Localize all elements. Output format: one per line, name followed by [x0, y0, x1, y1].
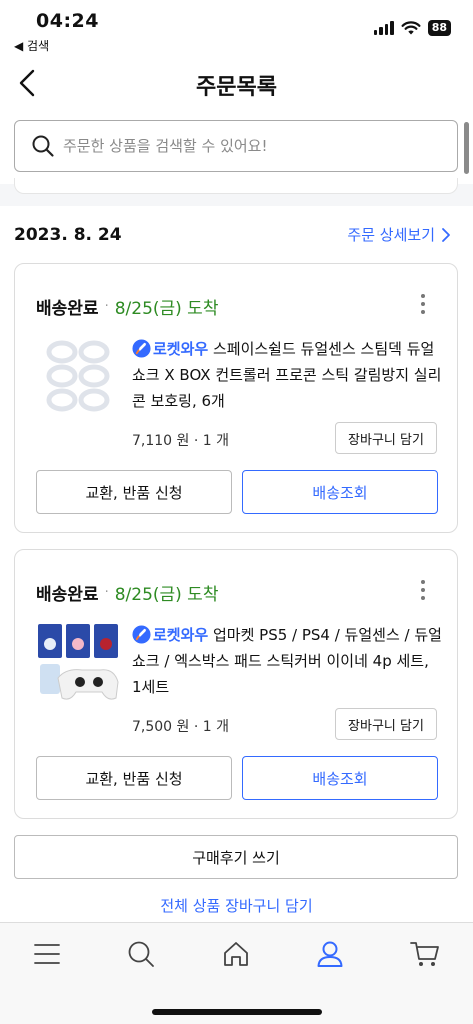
nav-bar: 주문목록	[0, 58, 473, 110]
order-date: 2023. 8. 24	[14, 225, 122, 245]
tab-home[interactable]	[216, 937, 256, 971]
rocket-wow-badge: 로켓와우	[153, 626, 209, 644]
status-time: 04:24	[36, 10, 99, 32]
cart-icon	[410, 942, 439, 966]
rocket-wow-badge: 로켓와우	[153, 340, 209, 358]
search-input[interactable]	[63, 137, 433, 155]
status-indicators: 88	[373, 20, 451, 36]
user-icon	[317, 941, 343, 967]
tab-search[interactable]	[121, 937, 161, 971]
product-image[interactable]	[36, 620, 120, 704]
menu-icon	[34, 944, 60, 964]
track-delivery-button[interactable]: 배송조회	[242, 756, 438, 800]
add-to-cart-button[interactable]: 장바구니 담기	[335, 708, 437, 740]
order-detail-label: 주문 상세보기	[347, 226, 435, 244]
delivery-status: 배송완료 · 8/25(금) 도착	[36, 580, 218, 605]
home-indicator	[152, 1009, 322, 1015]
order-detail-link[interactable]: 주문 상세보기	[347, 224, 451, 245]
tab-my[interactable]	[310, 937, 350, 971]
signal-icon	[373, 21, 394, 35]
product-description[interactable]: 로켓와우 업마켓 PS5 / PS4 / 듀얼센스 / 듀얼쇼크 / 엑스박스 …	[132, 622, 442, 700]
search-box[interactable]	[14, 120, 458, 172]
order-group: 2023. 8. 24 주문 상세보기 배송완료 · 8/25(금) 도착 로켓…	[0, 206, 473, 926]
search-icon	[128, 941, 154, 967]
tab-cart[interactable]	[405, 937, 445, 971]
exchange-return-button[interactable]: 교환, 반품 신청	[36, 756, 232, 800]
home-icon	[224, 942, 248, 966]
wifi-icon	[401, 20, 421, 34]
delivery-date: 8/25(금) 도착	[114, 299, 219, 319]
product-price: 7,500 원 · 1 개	[132, 719, 229, 735]
tab-menu[interactable]	[27, 937, 67, 971]
product-image[interactable]	[36, 334, 120, 418]
order-item-card: 배송완료 · 8/25(금) 도착 로켓와우 스페이스쉴드 듀얼센스 스팀덱 듀…	[14, 263, 458, 533]
scrollbar[interactable]	[464, 122, 469, 174]
order-item-card: 배송완료 · 8/25(금) 도착 로켓와우 업마켓 PS5 / PS4 / 듀…	[14, 549, 458, 819]
search-area	[0, 110, 473, 184]
back-to-app-link[interactable]: ◀ 검색	[14, 37, 49, 54]
previous-order-card	[14, 178, 458, 194]
status-label: 배송완료	[36, 585, 99, 605]
separator-dot: ·	[104, 299, 109, 314]
delivery-date: 8/25(금) 도착	[114, 585, 219, 605]
bottom-tab-bar	[0, 922, 473, 1024]
exchange-return-button[interactable]: 교환, 반품 신청	[36, 470, 232, 514]
rocket-icon	[132, 625, 151, 644]
add-to-cart-button[interactable]: 장바구니 담기	[335, 422, 437, 454]
product-price: 7,110 원 · 1 개	[132, 433, 229, 449]
track-delivery-button[interactable]: 배송조회	[242, 470, 438, 514]
rocket-icon	[132, 339, 151, 358]
status-bar: 04:24 ◀ 검색 88	[0, 0, 473, 58]
chevron-right-icon	[442, 227, 450, 242]
status-label: 배송완료	[36, 299, 99, 319]
delivery-status: 배송완료 · 8/25(금) 도착	[36, 294, 218, 319]
search-icon	[32, 135, 54, 157]
more-options-icon[interactable]	[413, 578, 433, 602]
more-options-icon[interactable]	[413, 292, 433, 316]
page-title: 주문목록	[196, 75, 277, 100]
write-review-button[interactable]: 구매후기 쓰기	[14, 835, 458, 879]
separator-dot: ·	[104, 585, 109, 600]
battery-icon: 88	[427, 20, 451, 36]
product-description[interactable]: 로켓와우 스페이스쉴드 듀얼센스 스팀덱 듀얼쇼크 X BOX 컨트롤러 프로콘…	[132, 336, 442, 414]
add-all-to-cart-link[interactable]: 전체 상품 장바구니 담기	[0, 895, 473, 916]
